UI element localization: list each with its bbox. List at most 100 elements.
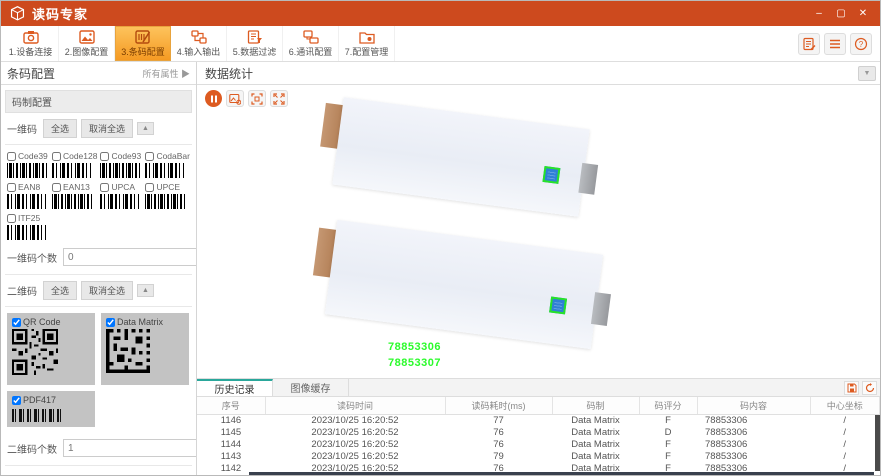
- table-horizontal-scrollbar[interactable]: [249, 472, 874, 476]
- minimize-button[interactable]: –: [810, 6, 828, 22]
- upca-checkbox-row[interactable]: UPCA: [100, 182, 142, 192]
- tab-barcode-config[interactable]: 3.条码配置: [115, 26, 171, 61]
- image-viewer[interactable]: 78853306 78853307: [197, 85, 880, 379]
- cell-code-type: Data Matrix: [552, 450, 639, 462]
- code93-checkbox[interactable]: [100, 152, 109, 161]
- tab-history-records[interactable]: 历史记录: [197, 379, 273, 396]
- refresh-history-button[interactable]: [862, 381, 877, 395]
- datamatrix-checkbox-row[interactable]: Data Matrix: [106, 317, 184, 327]
- maximize-button[interactable]: ▢: [832, 6, 850, 22]
- barcode-type-label: ITF25: [18, 213, 40, 223]
- codabar-checkbox[interactable]: [145, 152, 154, 161]
- barcode-config-panel: 条码配置 所有属性 ▶ 码制配置 一维码 全选 取消全选 ▲: [1, 62, 197, 476]
- upce-checkbox-row[interactable]: UPCE: [145, 182, 190, 192]
- tab-input-output[interactable]: 4.输入输出: [171, 26, 227, 61]
- tab-config-manage[interactable]: 7.配置管理: [339, 26, 395, 61]
- cell-read-time: 2023/10/25 16:20:52: [265, 414, 445, 426]
- col-seq[interactable]: 序号: [197, 397, 265, 414]
- upca-barcode-image: [100, 194, 140, 209]
- upca-checkbox[interactable]: [100, 183, 109, 192]
- twod-select-all-button[interactable]: 全选: [43, 281, 77, 300]
- tab-communication-config[interactable]: 6.通讯配置: [283, 26, 339, 61]
- barcode-type-label: EAN8: [18, 182, 40, 192]
- ean13-checkbox[interactable]: [52, 183, 61, 192]
- itf25-checkbox[interactable]: [7, 214, 16, 223]
- pause-button[interactable]: [205, 90, 222, 107]
- code39-checkbox[interactable]: [7, 152, 16, 161]
- table-row[interactable]: 1145 2023/10/25 16:20:52 76 Data Matrix …: [197, 426, 880, 438]
- list-button[interactable]: [824, 33, 846, 55]
- svg-text:?: ?: [859, 39, 864, 48]
- cell-content: 78853306: [697, 426, 810, 438]
- barcode-type-label: Code39: [18, 151, 48, 161]
- twod-count-input[interactable]: [64, 440, 196, 456]
- cell1-silver-tab: [578, 163, 598, 195]
- fullscreen-expand-icon: [273, 93, 285, 105]
- pdf417-checkbox[interactable]: [12, 396, 21, 405]
- tab-data-filter[interactable]: 5.数据过滤: [227, 26, 283, 61]
- barcode-type-code128: Code128: [52, 151, 98, 178]
- all-properties-label: 所有属性: [142, 69, 178, 79]
- upce-checkbox[interactable]: [145, 183, 154, 192]
- left-panel-title: 条码配置: [7, 65, 55, 82]
- right-panel-header: 数据统计 ▼: [197, 62, 880, 85]
- col-code-type[interactable]: 码制: [552, 397, 639, 414]
- table-row[interactable]: 1146 2023/10/25 16:20:52 77 Data Matrix …: [197, 414, 880, 426]
- code128-checkbox[interactable]: [52, 152, 61, 161]
- code93-checkbox-row[interactable]: Code93: [100, 151, 142, 161]
- twod-deselect-all-button[interactable]: 取消全选: [81, 281, 133, 300]
- save-history-button[interactable]: [844, 381, 859, 395]
- code128-checkbox-row[interactable]: Code128: [52, 151, 98, 161]
- code39-checkbox-row[interactable]: Code39: [7, 151, 49, 161]
- cell-code-type: Data Matrix: [552, 426, 639, 438]
- col-elapsed-ms[interactable]: 读码耗时(ms): [445, 397, 552, 414]
- col-code-content[interactable]: 码内容: [697, 397, 810, 414]
- oned-collapse-button[interactable]: ▲: [137, 122, 154, 135]
- panel-dropdown-button[interactable]: ▼: [858, 66, 876, 81]
- battery-cell-image-1: [332, 97, 589, 217]
- table-row[interactable]: 1143 2023/10/25 16:20:52 79 Data Matrix …: [197, 450, 880, 462]
- col-center-coord[interactable]: 中心坐标: [810, 397, 880, 414]
- barcode-type-codabar: CodaBar: [145, 151, 190, 178]
- codabar-checkbox-row[interactable]: CodaBar: [145, 151, 190, 161]
- barcode-type-label: UPCA: [111, 182, 135, 192]
- oned-deselect-all-button[interactable]: 取消全选: [81, 119, 133, 138]
- history-tab-bar: 历史记录 图像缓存: [197, 379, 880, 397]
- barcode-type-pdf417: PDF417: [7, 391, 95, 427]
- oned-select-all-button[interactable]: 全选: [43, 119, 77, 138]
- datamatrix-sample-image: [106, 329, 150, 373]
- ean8-checkbox[interactable]: [7, 183, 16, 192]
- tab-label: 2.图像配置: [65, 45, 109, 58]
- fit-region-button[interactable]: [248, 90, 266, 107]
- twod-collapse-button[interactable]: ▲: [137, 284, 154, 297]
- ean13-checkbox-row[interactable]: EAN13: [52, 182, 98, 192]
- oned-group-row: 一维码 全选 取消全选 ▲: [5, 119, 192, 145]
- close-button[interactable]: ✕: [854, 6, 872, 22]
- oned-count-input[interactable]: [64, 249, 196, 265]
- tab-image-config[interactable]: 2.图像配置: [59, 26, 115, 61]
- col-code-grade[interactable]: 码评分: [639, 397, 697, 414]
- snapshot-icon: [229, 93, 241, 105]
- col-read-time[interactable]: 读码时间: [265, 397, 445, 414]
- all-properties-link[interactable]: 所有属性 ▶: [142, 67, 190, 80]
- tab-image-cache[interactable]: 图像缓存: [273, 379, 349, 396]
- tab-device-connect[interactable]: 1.设备连接: [3, 26, 59, 61]
- datamatrix-checkbox[interactable]: [106, 318, 115, 327]
- itf25-checkbox-row[interactable]: ITF25: [7, 213, 49, 223]
- cell-grade: D: [639, 426, 697, 438]
- snapshot-button[interactable]: [226, 90, 244, 107]
- fullscreen-button[interactable]: [270, 90, 288, 107]
- qrcode-checkbox-row[interactable]: QR Code: [12, 317, 90, 327]
- title-bar: 读码专家 – ▢ ✕: [1, 1, 880, 26]
- ean8-checkbox-row[interactable]: EAN8: [7, 182, 49, 192]
- history-table[interactable]: 序号 读码时间 读码耗时(ms) 码制 码评分 码内容 中心坐标 1146 20: [197, 397, 880, 476]
- history-section: 历史记录 图像缓存: [197, 379, 880, 476]
- table-row[interactable]: 1144 2023/10/25 16:20:52 76 Data Matrix …: [197, 438, 880, 450]
- qrcode-checkbox[interactable]: [12, 318, 21, 327]
- report-button[interactable]: [798, 33, 820, 55]
- pdf417-checkbox-row[interactable]: PDF417: [12, 395, 90, 405]
- cell-elapsed: 76: [445, 426, 552, 438]
- table-vertical-scrollbar[interactable]: [875, 415, 880, 471]
- twod-tile-grid: QR Code: [5, 313, 192, 427]
- help-button[interactable]: ?: [850, 33, 872, 55]
